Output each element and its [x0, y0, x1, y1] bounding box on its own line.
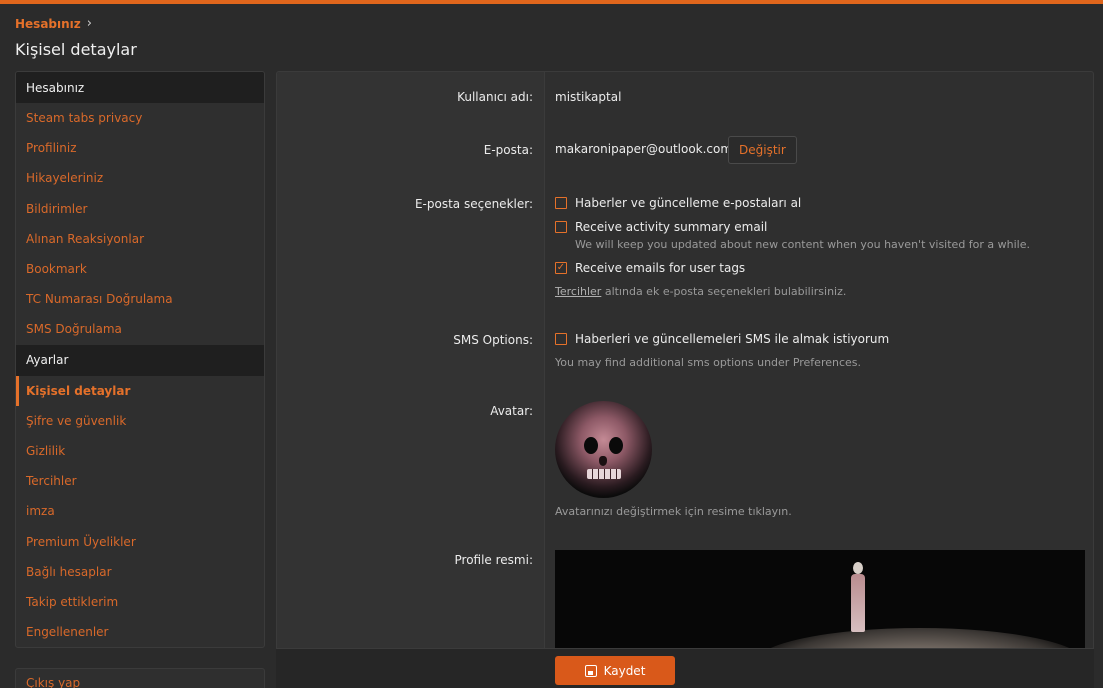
sidebar-item-premium[interactable]: Premium Üyelikler — [16, 526, 264, 556]
save-button[interactable]: Kaydet — [555, 656, 675, 685]
sidebar-item-sms-verification[interactable]: SMS Doğrulama — [16, 314, 264, 344]
avatar-label: Avatar: — [490, 404, 533, 418]
checkbox-icon[interactable] — [555, 333, 567, 345]
sidebar-item-following[interactable]: Takip ettiklerim — [16, 587, 264, 617]
checkbox-news-emails[interactable]: Haberler ve güncelleme e-postaları al — [555, 196, 801, 210]
checkbox-sms-news-label: Haberleri ve güncellemeleri SMS ile alma… — [575, 332, 890, 346]
avatar-eye-right — [609, 437, 623, 454]
chevron-right-icon: › — [86, 16, 92, 31]
sidebar-section-header-settings: Ayarlar — [16, 344, 264, 376]
checkbox-activity-summary[interactable]: Receive activity summary email — [555, 220, 767, 234]
sidebar-item-steam-tabs-privacy[interactable]: Steam tabs privacy — [16, 103, 264, 133]
avatar-hint: Avatarınızı değiştirmek için resime tıkl… — [555, 505, 792, 518]
preferences-link[interactable]: Tercihler — [555, 285, 601, 298]
label-column — [277, 72, 545, 687]
sidebar-item-profile[interactable]: Profiliniz — [16, 133, 264, 163]
avatar-eye-left — [584, 437, 598, 454]
sidebar-item-reactions[interactable]: Alınan Reaksiyonlar — [16, 224, 264, 254]
email-options-label: E-posta seçenekler: — [414, 197, 533, 211]
sidebar-item-stories[interactable]: Hikayeleriniz — [16, 163, 264, 193]
sidebar-item-ignored[interactable]: Engellenenler — [16, 617, 264, 647]
profile-image-label: Profile resmi: — [454, 553, 534, 567]
checkbox-icon[interactable] — [555, 221, 567, 233]
sidebar-item-preferences[interactable]: Tercihler — [16, 466, 264, 496]
sidebar-item-tc-verification[interactable]: TC Numarası Doğrulama — [16, 284, 264, 314]
sidebar-item-personal-details[interactable]: Kişisel detaylar — [16, 375, 264, 406]
page-title: Kişisel detaylar — [15, 40, 137, 59]
top-accent-bar — [0, 0, 1103, 4]
personal-details-form: Kullanıcı adı: mistikaptal E-posta: maka… — [276, 71, 1094, 688]
sidebar-item-connected-accounts[interactable]: Bağlı hesaplar — [16, 557, 264, 587]
avatar-nose — [599, 456, 607, 466]
checkbox-user-tags[interactable]: ✓ Receive emails for user tags — [555, 261, 745, 275]
logout-link[interactable]: Çıkış yap — [26, 676, 80, 688]
username-label: Kullanıcı adı: — [457, 90, 533, 104]
save-icon — [584, 664, 597, 677]
banner-figure — [848, 562, 868, 632]
checkbox-user-tags-label: Receive emails for user tags — [575, 261, 746, 275]
sidebar-item-notifications[interactable]: Bildirimler — [16, 194, 264, 224]
email-label: E-posta: — [483, 143, 533, 157]
sidebar-section-header-account: Hesabınız — [16, 72, 264, 103]
email-preferences-note: Tercihler altında ek e-posta seçenekleri… — [555, 285, 846, 298]
account-sidebar: Hesabınız Steam tabs privacy Profiliniz … — [15, 71, 265, 648]
checkbox-news-emails-label: Haberler ve güncelleme e-postaları al — [575, 196, 802, 210]
change-email-button[interactable]: Değiştir — [728, 136, 797, 164]
checkbox-icon[interactable] — [555, 197, 567, 209]
username-value: mistikaptal — [555, 90, 622, 104]
avatar-image[interactable] — [555, 401, 652, 498]
save-button-label: Kaydet — [603, 663, 646, 678]
banner-figure-head — [853, 562, 863, 574]
sidebar-item-bookmark[interactable]: Bookmark — [16, 254, 264, 284]
sms-hint: You may find additional sms options unde… — [555, 356, 862, 369]
sidebar-item-signature[interactable]: imza — [16, 496, 264, 526]
activity-summary-hint: We will keep you updated about new conte… — [575, 238, 1030, 251]
logout-panel: Çıkış yap — [15, 668, 265, 688]
check-icon[interactable]: ✓ — [555, 262, 567, 274]
breadcrumb: Hesabınız › — [15, 16, 92, 31]
banner-figure-body — [851, 574, 865, 632]
sidebar-item-password-security[interactable]: Şifre ve güvenlik — [16, 406, 264, 436]
form-footer: Kaydet — [276, 648, 1094, 688]
avatar-teeth — [587, 469, 621, 479]
checkbox-sms-news[interactable]: Haberleri ve güncellemeleri SMS ile alma… — [555, 332, 889, 346]
sidebar-item-privacy[interactable]: Gizlilik — [16, 436, 264, 466]
email-value: makaronipaper@outlook.com — [555, 142, 733, 156]
email-preferences-note-text: altında ek e-posta seçenekleri bulabilir… — [601, 285, 847, 298]
checkbox-activity-summary-label: Receive activity summary email — [575, 220, 768, 234]
breadcrumb-link-account[interactable]: Hesabınız — [15, 17, 81, 31]
sms-options-label: SMS Options: — [453, 333, 533, 347]
